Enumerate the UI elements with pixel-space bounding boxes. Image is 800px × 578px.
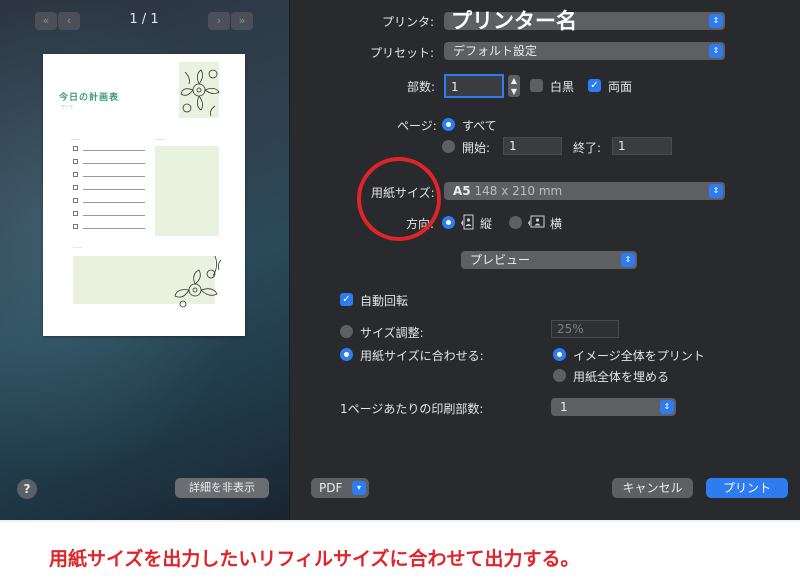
popup-arrows-icon: ⇕ <box>709 14 723 28</box>
fit-whole-image-label: イメージ全体をプリント <box>573 349 705 363</box>
pages-all-label: すべて <box>462 119 497 133</box>
popup-arrows-icon: ⇕ <box>621 253 635 267</box>
fit-fill-paper-label: 用紙全体を埋める <box>573 370 670 384</box>
pages-from-input[interactable]: 1 <box>503 137 562 155</box>
pages-per-sheet-popup[interactable]: 1 ⇕ <box>551 398 676 416</box>
caption-annotation: 用紙サイズを出力したいリフィルサイズに合わせて出力する。 <box>49 548 580 570</box>
preview-memo-box <box>155 146 219 236</box>
scale-radio[interactable] <box>340 325 353 338</box>
highlight-circle-annotation <box>357 157 441 241</box>
floral-illustration-top <box>179 62 220 118</box>
pdf-button-label: PDF <box>319 481 343 495</box>
fit-radio[interactable] <box>340 348 353 361</box>
auto-rotate-label: 自動回転 <box>360 294 409 308</box>
scale-label: サイズ調整: <box>360 326 424 340</box>
stepper-arrows-icon[interactable]: ▲ ▼ <box>508 75 520 97</box>
paper-size-value-name: A5 <box>453 184 471 198</box>
caption-bar: 用紙サイズを出力したいリフィルサイズに合わせて出力する。 <box>0 520 800 578</box>
orientation-portrait-radio[interactable] <box>442 216 455 229</box>
section-popup[interactable]: プレビュー ⇕ <box>461 251 637 269</box>
chevron-down-icon: ▾ <box>352 481 366 495</box>
cancel-button[interactable]: キャンセル <box>612 478 693 498</box>
fit-fill-paper-radio[interactable] <box>553 369 566 382</box>
popup-arrows-icon: ⇕ <box>709 44 723 58</box>
landscape-person-icon <box>528 215 545 228</box>
pages-label: ページ: <box>397 119 437 133</box>
fit-label: 用紙サイズに合わせる: <box>360 349 484 363</box>
previous-page-button[interactable]: ‹ <box>58 12 80 30</box>
pages-to-input[interactable]: 1 <box>612 137 672 155</box>
preset-popup[interactable]: デフォルト設定 ⇕ <box>444 42 725 60</box>
pdf-menu-button[interactable]: PDF ▾ <box>311 478 369 498</box>
orientation-landscape-radio[interactable] <box>509 216 522 229</box>
pages-all-radio[interactable] <box>442 118 455 131</box>
pages-from-label: 開始: <box>462 141 491 155</box>
popup-arrows-icon: ⇕ <box>709 184 723 198</box>
preview-document-subtitle: ワーク <box>61 104 73 109</box>
scale-input[interactable]: 25% <box>551 320 619 338</box>
help-button[interactable]: ? <box>17 479 37 499</box>
section-value: プレビュー <box>470 253 531 267</box>
black-white-checkbox[interactable] <box>530 79 543 92</box>
preview-page-thumbnail: 今日の計画表 ワーク ───── ────── ───── <box>43 54 245 336</box>
auto-rotate-checkbox[interactable]: ✓ <box>340 293 353 306</box>
pages-to-label: 終了: <box>573 141 602 155</box>
duplex-label: 両面 <box>608 80 633 94</box>
pages-range-radio[interactable] <box>442 140 455 153</box>
paper-size-popup[interactable]: A5 148 x 210 mm ⇕ <box>444 182 725 200</box>
preset-label: プリセット: <box>370 46 435 60</box>
preset-value: デフォルト設定 <box>453 44 538 58</box>
pages-per-sheet-value: 1 <box>560 400 568 414</box>
floral-illustration-bottom <box>174 255 222 308</box>
paper-size-value: 148 x 210 mm <box>474 184 563 198</box>
pages-per-sheet-label: 1ページあたりの印刷部数: <box>340 402 484 416</box>
page-counter: 1 / 1 <box>129 12 159 27</box>
fit-whole-image-radio[interactable] <box>553 348 566 361</box>
preview-pane: « ‹ 1 / 1 › » 今日の計画表 ワーク ───── ────── ──… <box>0 0 289 520</box>
black-white-label: 白黒 <box>550 80 575 94</box>
hide-details-button[interactable]: 詳細を非表示 <box>175 478 269 498</box>
orientation-landscape-label: 横 <box>550 217 563 231</box>
popup-arrows-icon: ⇕ <box>660 400 674 414</box>
print-dialog-screenshot: « ‹ 1 / 1 › » 今日の計画表 ワーク ───── ────── ──… <box>0 0 800 578</box>
next-page-button[interactable]: › <box>208 12 230 30</box>
copies-label: 部数: <box>407 80 436 94</box>
duplex-checkbox[interactable]: ✓ <box>588 79 601 92</box>
last-page-button[interactable]: » <box>231 12 253 30</box>
first-page-button[interactable]: « <box>35 12 57 30</box>
printer-name-annotation: プリンター名 <box>451 9 577 33</box>
portrait-person-icon <box>461 214 474 230</box>
copies-input[interactable]: 1 <box>444 74 504 98</box>
print-button[interactable]: プリント <box>706 478 788 498</box>
printer-label: プリンタ: <box>382 15 435 29</box>
orientation-portrait-label: 縦 <box>480 217 493 231</box>
preview-document-title: 今日の計画表 <box>59 93 120 103</box>
